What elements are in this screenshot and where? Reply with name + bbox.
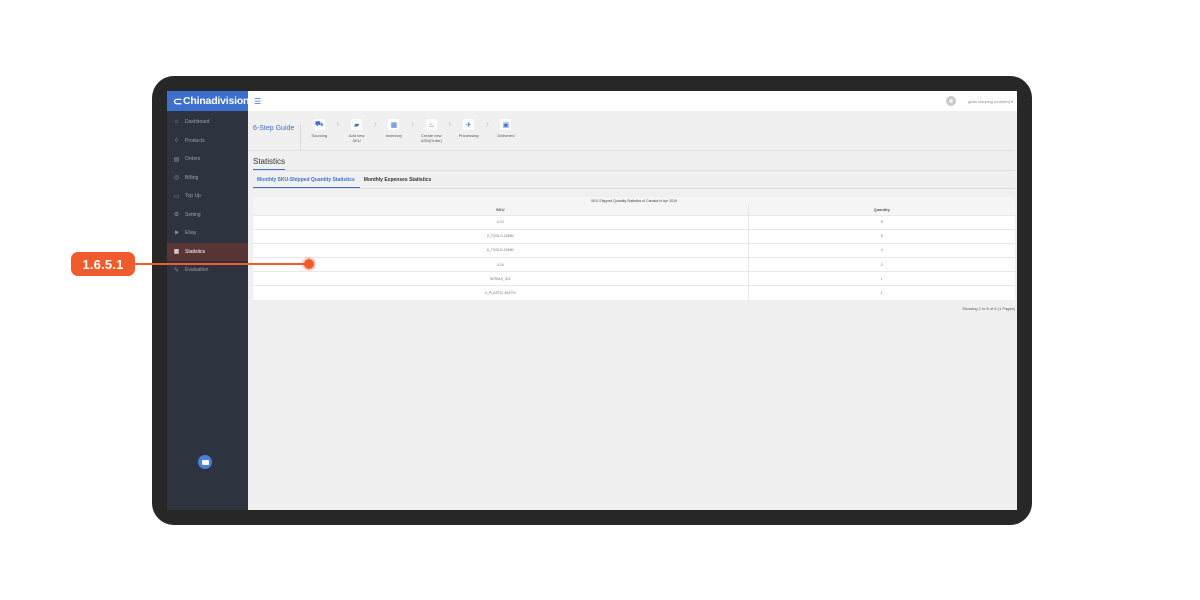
statistics-tabs: Monthly SKU-Shipped Quantity Statistics M… xyxy=(253,177,1015,189)
sidebar-item-label: Orders xyxy=(185,156,201,163)
brand-logo[interactable]: ⊂ Chinadivision xyxy=(167,91,250,111)
sidebar-item-label: Products xyxy=(185,137,205,144)
sidebar-nav: ⌂ Dashboard ◊ Products ▤ Orders ◎ Billing ▭ Top U… xyxy=(167,113,248,280)
table-row: 6_TOOLS-20MM 4 xyxy=(253,242,1015,258)
table-header-row: SKU Quantity xyxy=(253,205,1015,215)
guide-step[interactable]: ▰ Add new SKU xyxy=(345,119,369,143)
column-header-quantity[interactable]: Quantity xyxy=(748,205,1015,215)
chevron-right-icon: › xyxy=(336,119,340,130)
table-row: 4-16 2 xyxy=(253,257,1015,272)
sidebar-item-label: Statistics xyxy=(185,248,206,255)
guide-step[interactable]: ✈ Processing xyxy=(457,119,481,138)
sidebar-item-label: Top Up xyxy=(185,193,201,200)
six-step-guide: 6-Step Guide ⛟ Sourcing › ▰ Add new SKU › ▦ Inv… xyxy=(248,111,1015,151)
user-icon xyxy=(949,99,954,103)
sidebar-item-products[interactable]: ◊ Products xyxy=(167,132,248,151)
sidebar-item-label: Ebay xyxy=(185,230,197,237)
avatar[interactable] xyxy=(946,96,957,106)
message-icon xyxy=(201,459,209,465)
chevron-right-icon: › xyxy=(448,119,452,130)
truck-icon: ▰ xyxy=(351,119,363,130)
chat-button[interactable] xyxy=(198,455,212,469)
processing-icon: ✈ xyxy=(463,119,475,130)
cart-icon: ⛟ xyxy=(313,119,325,130)
table-row: 0-10 8 xyxy=(253,214,1015,230)
column-header-sku[interactable]: SKU xyxy=(253,205,749,215)
table-row: 0_PLASTIC-MIXTH 1 xyxy=(253,285,1015,301)
annotation-badge: 1.6.5.1 xyxy=(71,252,135,276)
annotation-dot xyxy=(304,259,314,269)
tab-expenses[interactable]: Monthly Expenses Statistics xyxy=(360,177,437,188)
guide-step[interactable]: ⛟ Sourcing xyxy=(307,119,331,138)
sidebar-item-orders[interactable]: ▤ Orders xyxy=(167,150,248,169)
table-row: SERIAS_301 1 xyxy=(253,271,1015,286)
sku-cell: 0_TOOLS-20MM xyxy=(253,228,749,244)
menu-toggle-icon[interactable]: ☰ xyxy=(254,97,261,106)
evaluation-icon: ✎ xyxy=(173,267,180,274)
quantity-cell: 8 xyxy=(748,214,1015,230)
quantity-cell: 5 xyxy=(748,228,1015,244)
guide-step-label: Create new ASN(Order) xyxy=(420,133,442,143)
quantity-cell: 1 xyxy=(748,285,1015,301)
chevron-right-icon: › xyxy=(373,119,377,130)
sidebar-item-top-up[interactable]: ▭ Top Up xyxy=(167,187,248,206)
sidebar: ⊂ Chinadivision ⌂ Dashboard ◊ Products ▤ Orde… xyxy=(167,91,250,510)
sidebar-item-setting[interactable]: ⚙ Setting xyxy=(167,206,248,225)
gear-icon: ⚙ xyxy=(173,212,180,219)
user-menu[interactable]: guan chinping (cnetom) ▾ xyxy=(946,96,1013,106)
statistics-table: SKU-Shipped Quantity Statistics of Canad… xyxy=(253,197,1015,301)
statistics-icon: ▦ xyxy=(173,249,180,256)
sku-cell: 6_TOOLS-20MM xyxy=(253,242,749,258)
table-caption: SKU-Shipped Quantity Statistics of Canad… xyxy=(253,197,1015,205)
main-content: ☰ guan chinping (cnetom) ▾ 6-Step Guide … xyxy=(248,91,1017,510)
user-name[interactable]: guan chinping (cnetom) ▾ xyxy=(968,99,1013,104)
sku-cell: 4-16 xyxy=(253,257,749,272)
sidebar-item-ebay[interactable]: ⚑ Ebay xyxy=(167,224,248,243)
title-divider xyxy=(253,170,1015,171)
sidebar-item-label: Setting xyxy=(185,211,201,218)
sku-cell: 0_PLASTIC-MIXTH xyxy=(253,285,749,301)
app-screen: ⊂ Chinadivision ⌂ Dashboard ◊ Products ▤ Orde… xyxy=(167,91,1017,510)
quantity-cell: 2 xyxy=(748,257,1015,272)
ebay-icon: ⚑ xyxy=(173,230,180,237)
tab-sku-shipped-quantity[interactable]: Monthly SKU-Shipped Quantity Statistics xyxy=(253,177,360,188)
chevron-right-icon: › xyxy=(485,119,489,130)
billing-icon: ◎ xyxy=(173,175,180,182)
guide-title: 6-Step Guide xyxy=(253,125,302,151)
card-icon: ▭ xyxy=(173,193,180,200)
sidebar-item-dashboard[interactable]: ⌂ Dashboard xyxy=(167,113,248,132)
guide-step[interactable]: ▣ Delivered xyxy=(494,119,518,138)
guide-step-label: Inventory xyxy=(385,133,403,138)
flask-icon: ♨ xyxy=(425,119,437,130)
quantity-cell: 4 xyxy=(748,242,1015,258)
quantity-cell: 1 xyxy=(748,271,1015,286)
guide-step-label: Processing xyxy=(458,133,479,138)
guide-step[interactable]: ♨ Create new ASN(Order) xyxy=(419,119,443,143)
logo-text: Chinadivision xyxy=(183,95,250,107)
sidebar-item-billing[interactable]: ◎ Billing xyxy=(167,169,248,188)
top-bar: ☰ guan chinping (cnetom) ▾ xyxy=(248,91,1017,111)
orders-icon: ▤ xyxy=(173,156,180,163)
sidebar-item-label: Evaluation xyxy=(185,267,209,274)
logo-mark-icon: ⊂ xyxy=(173,95,183,108)
page-title: Statistics xyxy=(253,157,286,170)
basket-icon: ◊ xyxy=(175,137,178,144)
home-icon: ⌂ xyxy=(174,119,179,126)
guide-step-label: Delivered xyxy=(497,133,515,138)
box-icon: ▣ xyxy=(500,119,512,130)
sidebar-item-statistics[interactable]: ▦ Statistics xyxy=(167,242,248,261)
chevron-right-icon: › xyxy=(410,119,415,130)
sku-cell: 0-10 xyxy=(253,214,749,230)
guide-step-label: Sourcing xyxy=(311,133,328,138)
table-row: 0_TOOLS-20MM 5 xyxy=(253,228,1015,244)
sku-cell: SERIAS_301 xyxy=(253,271,749,286)
annotation-line xyxy=(135,263,307,265)
sidebar-item-label: Billing xyxy=(185,174,199,181)
guide-step[interactable]: ▦ Inventory xyxy=(382,119,406,138)
guide-step-label: Add new SKU xyxy=(348,133,365,143)
inventory-icon: ▦ xyxy=(388,119,400,130)
sidebar-item-label: Dashboard xyxy=(185,119,210,126)
pagination-info: Showing 1 to 6 of 6 (1 Pages) xyxy=(962,306,1015,312)
